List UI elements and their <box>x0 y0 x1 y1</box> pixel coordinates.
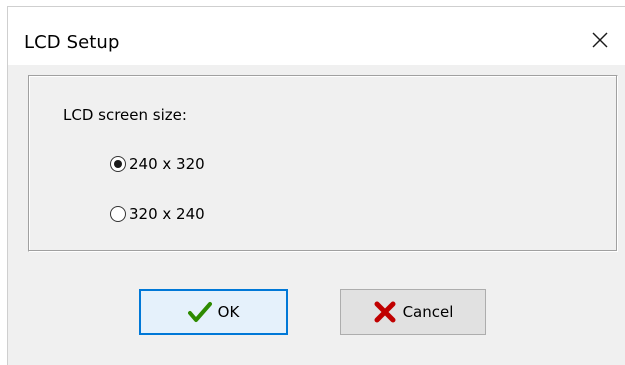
checkmark-icon <box>187 302 212 322</box>
radio-label: 240 x 320 <box>129 155 205 173</box>
radio-option-240x320[interactable]: 240 x 320 <box>110 153 205 175</box>
dialog-title: LCD Setup <box>24 32 120 53</box>
ok-label: OK <box>217 303 240 321</box>
cancel-x-icon <box>374 301 396 323</box>
close-button[interactable] <box>575 17 625 63</box>
radio-button-checked[interactable] <box>110 156 126 172</box>
title-bar[interactable]: LCD Setup <box>7 6 625 65</box>
cancel-button[interactable]: Cancel <box>340 289 486 335</box>
dialog-body: LCD screen size: 240 x 320 320 x 240 OK <box>7 65 625 365</box>
radio-selected-dot <box>114 160 122 168</box>
close-icon <box>592 32 608 48</box>
screen-size-group: LCD screen size: 240 x 320 320 x 240 <box>28 75 618 252</box>
radio-option-320x240[interactable]: 320 x 240 <box>110 203 205 225</box>
cancel-label: Cancel <box>402 303 454 321</box>
lcd-setup-dialog: LCD Setup LCD screen size: 240 x 320 320… <box>0 0 625 365</box>
radio-label: 320 x 240 <box>129 205 205 223</box>
background-strip-left <box>0 0 7 365</box>
screen-size-label: LCD screen size: <box>63 106 187 124</box>
ok-button[interactable]: OK <box>139 289 288 335</box>
radio-button-unchecked[interactable] <box>110 206 126 222</box>
